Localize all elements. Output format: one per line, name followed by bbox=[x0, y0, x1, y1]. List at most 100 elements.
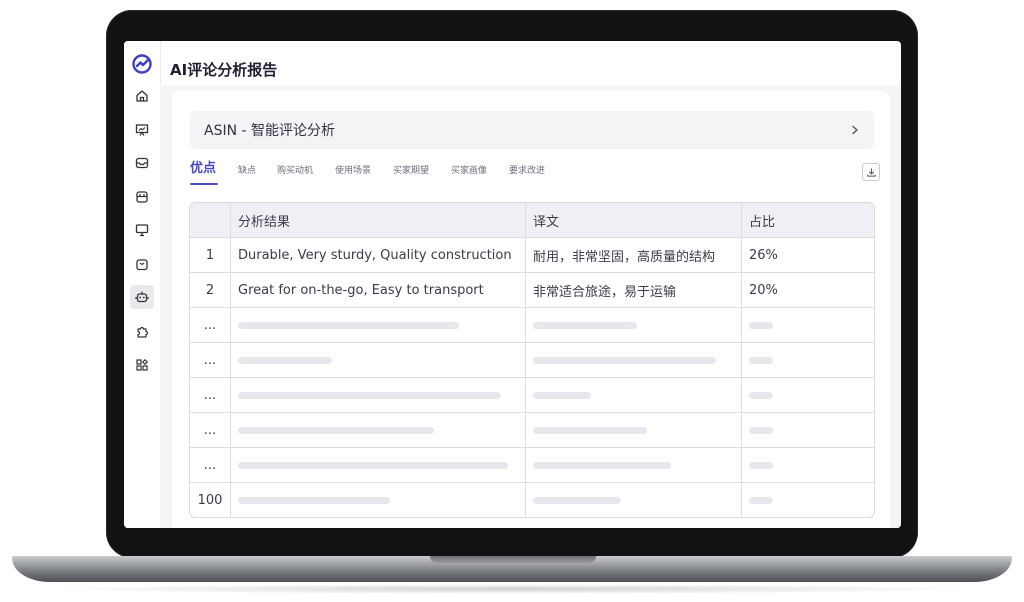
presentation-chart-icon bbox=[135, 124, 149, 136]
skeleton-bar bbox=[749, 321, 773, 329]
skeleton-bar bbox=[749, 497, 773, 504]
sidebar-item-home[interactable] bbox=[132, 86, 152, 106]
skeleton-bar bbox=[533, 321, 637, 329]
row-result-placeholder bbox=[230, 483, 525, 517]
row-index: ... bbox=[203, 317, 217, 333]
asin-panel-title: ASIN - 智能评论分析 bbox=[204, 123, 336, 139]
apps-grid-icon bbox=[136, 358, 149, 371]
tab-purchase-motivation[interactable]: 购买动机 bbox=[277, 161, 313, 181]
store-icon bbox=[136, 191, 148, 203]
shopping-bag-icon bbox=[136, 259, 148, 271]
tab-buyer-expectations[interactable]: 买家期望 bbox=[393, 161, 429, 181]
asin-panel-header[interactable]: ASIN - 智能评论分析 bbox=[190, 111, 874, 149]
skeleton-bar bbox=[533, 391, 591, 399]
skeleton-bar bbox=[749, 356, 773, 364]
row-share: 20% bbox=[741, 273, 874, 307]
skeleton-bar bbox=[533, 461, 671, 469]
row-share-placeholder bbox=[741, 308, 874, 342]
row-share-placeholder bbox=[741, 448, 874, 482]
active-tab-indicator bbox=[190, 183, 218, 185]
skeleton-bar bbox=[238, 497, 390, 504]
row-share-placeholder bbox=[741, 413, 874, 447]
row-translation: 非常适合旅途，易于运输 bbox=[525, 273, 741, 307]
row-translation-placeholder bbox=[525, 378, 741, 412]
category-tabs: 优点 缺点 购买动机 使用场景 买家期望 买家画像 要求改进 bbox=[190, 159, 880, 187]
skeleton-bar bbox=[533, 426, 647, 434]
skeleton-bar bbox=[749, 391, 773, 399]
tab-usage-scenarios[interactable]: 使用场景 bbox=[335, 161, 371, 181]
row-index: 100 bbox=[197, 493, 223, 508]
header-translation: 译文 bbox=[525, 203, 741, 237]
row-result-placeholder bbox=[230, 448, 525, 482]
row-index: 2 bbox=[205, 282, 215, 298]
row-share-placeholder bbox=[741, 483, 874, 517]
tab-buyer-persona[interactable]: 买家画像 bbox=[451, 161, 487, 181]
download-icon bbox=[866, 167, 876, 177]
row-translation-placeholder bbox=[525, 448, 741, 482]
laptop-shadow bbox=[40, 584, 984, 594]
download-button[interactable] bbox=[862, 163, 880, 181]
row-result-placeholder bbox=[230, 343, 525, 377]
inbox-icon bbox=[135, 157, 149, 169]
skeleton-bar bbox=[238, 321, 459, 329]
header-index bbox=[190, 203, 230, 237]
row-share-placeholder bbox=[741, 343, 874, 377]
sidebar-item-apps[interactable] bbox=[132, 355, 152, 375]
tab-improvement-requests[interactable]: 要求改进 bbox=[509, 161, 545, 181]
sidebar-item-inbox[interactable] bbox=[132, 153, 152, 173]
tab-cons[interactable]: 缺点 bbox=[238, 161, 256, 181]
row-translation-placeholder bbox=[525, 413, 741, 447]
table-header-row: 分析结果 译文 占比 bbox=[190, 203, 874, 238]
sidebar-item-robot[interactable] bbox=[130, 285, 154, 309]
monitor-icon bbox=[135, 224, 149, 237]
sidebar-item-store[interactable] bbox=[132, 187, 152, 207]
tab-pros[interactable]: 优点 bbox=[190, 159, 216, 179]
sidebar-item-shopping-bag[interactable] bbox=[132, 254, 152, 274]
analysis-table: 分析结果 译文 占比 1 Durable, Very sturdy, Quali… bbox=[189, 202, 875, 518]
skeleton-bar bbox=[238, 426, 434, 434]
sidebar-item-monitor[interactable] bbox=[132, 220, 152, 240]
row-translation-placeholder bbox=[525, 308, 741, 342]
sidebar-item-puzzle[interactable] bbox=[132, 322, 152, 342]
header-analysis-result: 分析结果 bbox=[230, 203, 525, 237]
table-row: ... bbox=[190, 343, 874, 378]
sidebar-item-presentation[interactable] bbox=[132, 120, 152, 140]
row-index: ... bbox=[203, 422, 217, 438]
row-index: ... bbox=[203, 352, 217, 368]
row-result: Durable, Very sturdy, Quality constructi… bbox=[230, 238, 525, 272]
row-share: 26% bbox=[741, 238, 874, 272]
chevron-right-icon[interactable] bbox=[850, 125, 860, 135]
row-index: ... bbox=[203, 457, 217, 473]
table-row: ... bbox=[190, 448, 874, 483]
table-row: 100 bbox=[190, 483, 874, 517]
table-row: ... bbox=[190, 308, 874, 343]
row-translation-placeholder bbox=[525, 483, 741, 517]
table-row: 1 Durable, Very sturdy, Quality construc… bbox=[190, 238, 874, 273]
page-title: AI评论分析报告 bbox=[170, 61, 278, 79]
main-area: ASIN - 智能评论分析 优点 缺点 购买动机 使用场景 买家期望 买家画像 … bbox=[160, 85, 901, 528]
report-card: ASIN - 智能评论分析 优点 缺点 购买动机 使用场景 买家期望 买家画像 … bbox=[172, 91, 890, 528]
row-result: Great for on-the-go, Easy to transport bbox=[230, 273, 525, 307]
table-row: ... bbox=[190, 378, 874, 413]
sidebar bbox=[124, 41, 161, 528]
header-share: 占比 bbox=[741, 203, 874, 237]
row-share-placeholder bbox=[741, 378, 874, 412]
brand-logo-icon[interactable] bbox=[131, 53, 153, 75]
puzzle-icon bbox=[137, 326, 149, 338]
skeleton-bar bbox=[238, 391, 501, 399]
home-icon bbox=[136, 90, 148, 102]
app-screen: AI评论分析报告 ASIN - 智能评论分析 优点 缺点 购买动机 使用场景 买… bbox=[124, 41, 901, 528]
skeleton-bar bbox=[749, 461, 773, 469]
skeleton-bar bbox=[749, 426, 773, 434]
row-translation: 耐用，非常坚固，高质量的结构 bbox=[525, 238, 741, 272]
row-translation-placeholder bbox=[525, 343, 741, 377]
table-row: ... bbox=[190, 413, 874, 448]
row-result-placeholder bbox=[230, 378, 525, 412]
laptop-base-notch bbox=[430, 556, 596, 563]
skeleton-bar bbox=[238, 356, 332, 364]
skeleton-bar bbox=[238, 461, 508, 469]
skeleton-bar bbox=[533, 356, 716, 364]
robot-icon bbox=[135, 291, 149, 303]
skeleton-bar bbox=[533, 497, 621, 504]
row-index: ... bbox=[203, 387, 217, 403]
